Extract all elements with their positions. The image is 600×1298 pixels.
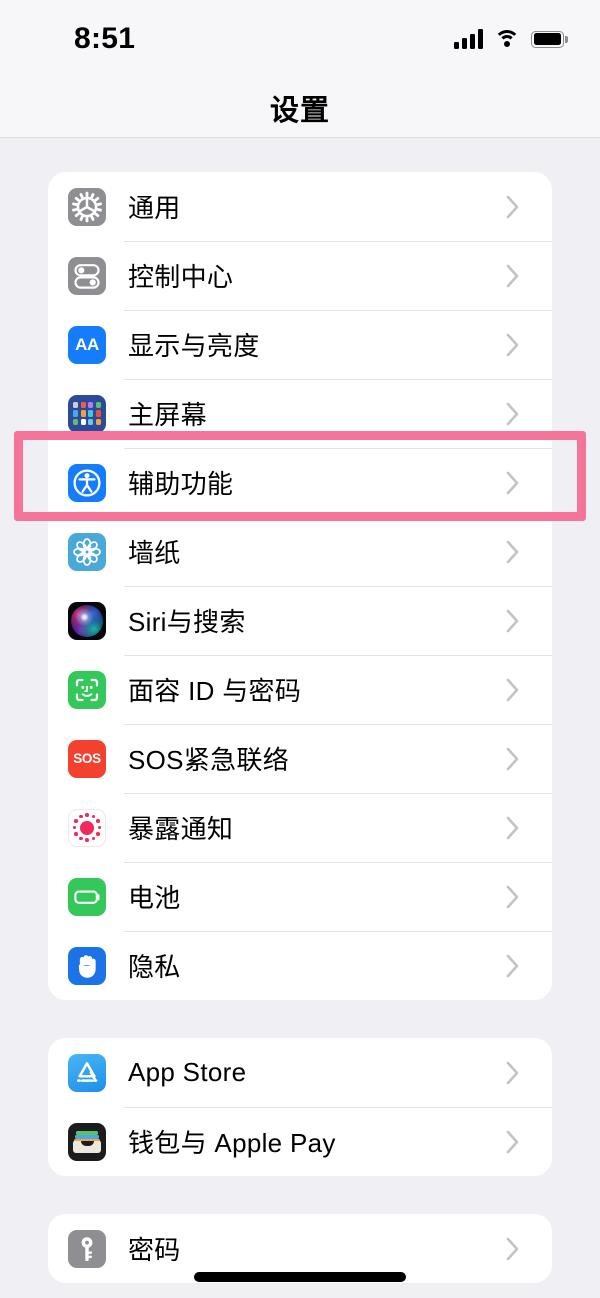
- exposure-notification-icon: [68, 808, 106, 847]
- wallpaper-icon: [68, 532, 106, 571]
- home-indicator: [194, 1272, 406, 1282]
- settings-row[interactable]: App Store: [48, 1038, 552, 1107]
- settings-row-label: 隐私: [128, 952, 181, 982]
- chevron-right-icon: [496, 746, 530, 772]
- settings-row-label: 辅助功能: [128, 469, 234, 499]
- chevron-right-icon: [496, 1129, 530, 1155]
- iphone-settings-screen: 8:51 设置 通用控制中心 AA 显示与亮度主屏幕辅助功能墙纸 Siri与搜索面容 …: [0, 0, 600, 1298]
- wifi-icon: [494, 29, 520, 49]
- gear-icon: [68, 187, 106, 226]
- passwords-key-icon: [68, 1229, 106, 1268]
- chevron-right-icon: [496, 539, 530, 565]
- chevron-right-icon: [496, 401, 530, 427]
- settings-row-label: 控制中心: [128, 262, 234, 292]
- wallet-icon: [68, 1122, 106, 1161]
- settings-row-label: Siri与搜索: [128, 607, 246, 637]
- display-brightness-icon: AA: [68, 325, 106, 364]
- status-bar-indicators: [454, 29, 568, 49]
- settings-row-label: 通用: [128, 193, 181, 223]
- store-group: App Store 钱包与 Apple Pay: [48, 1038, 552, 1176]
- privacy-hand-icon: [68, 946, 106, 985]
- settings-row[interactable]: 钱包与 Apple Pay: [48, 1107, 552, 1176]
- settings-row[interactable]: 电池: [48, 862, 552, 931]
- settings-row[interactable]: SOS SOS紧急联络: [48, 724, 552, 793]
- settings-row-label: 显示与亮度: [128, 331, 260, 361]
- settings-list[interactable]: 通用控制中心 AA 显示与亮度主屏幕辅助功能墙纸 Siri与搜索面容 ID 与密码 SO…: [0, 139, 600, 1298]
- settings-row[interactable]: 墙纸: [48, 517, 552, 586]
- battery-icon: [68, 877, 106, 916]
- settings-row[interactable]: 辅助功能: [48, 448, 552, 517]
- battery-full-icon: [531, 30, 568, 48]
- settings-row-label: 电池: [128, 883, 181, 913]
- settings-row[interactable]: 暴露通知: [48, 793, 552, 862]
- chevron-right-icon: [496, 1060, 530, 1086]
- settings-row[interactable]: Siri与搜索: [48, 586, 552, 655]
- settings-row-label: App Store: [128, 1057, 247, 1087]
- sos-icon: SOS: [68, 739, 106, 778]
- settings-row[interactable]: 面容 ID 与密码: [48, 655, 552, 724]
- chevron-right-icon: [496, 1236, 530, 1262]
- settings-row[interactable]: AA 显示与亮度: [48, 310, 552, 379]
- settings-row-label: 暴露通知: [128, 814, 234, 844]
- home-screen-icon: [68, 394, 106, 433]
- chevron-right-icon: [496, 608, 530, 634]
- control-center-icon: [68, 256, 106, 295]
- app-store-icon: [68, 1053, 106, 1092]
- settings-row[interactable]: 控制中心: [48, 241, 552, 310]
- chevron-right-icon: [496, 815, 530, 841]
- accessibility-icon: [68, 463, 106, 502]
- settings-row-label: 密码: [128, 1235, 181, 1265]
- status-bar: 8:51: [0, 0, 600, 78]
- settings-row-label: 主屏幕: [128, 400, 207, 430]
- chevron-right-icon: [496, 953, 530, 979]
- chevron-right-icon: [496, 332, 530, 358]
- system-group: 通用控制中心 AA 显示与亮度主屏幕辅助功能墙纸 Siri与搜索面容 ID 与密码 SO…: [48, 172, 552, 1000]
- settings-row-label: 墙纸: [128, 538, 181, 568]
- siri-icon: [68, 601, 106, 640]
- settings-row-label: 面容 ID 与密码: [128, 676, 302, 706]
- settings-row-label: 钱包与 Apple Pay: [128, 1128, 336, 1158]
- face-id-icon: [68, 670, 106, 709]
- cellular-signal-icon: [454, 29, 483, 49]
- settings-row[interactable]: 主屏幕: [48, 379, 552, 448]
- navigation-bar: 设置: [0, 78, 600, 138]
- settings-row[interactable]: 通用: [48, 172, 552, 241]
- settings-row[interactable]: 隐私: [48, 931, 552, 1000]
- chevron-right-icon: [496, 263, 530, 289]
- status-bar-clock: 8:51: [74, 22, 136, 55]
- page-title: 设置: [269, 94, 330, 127]
- settings-row-label: SOS紧急联络: [128, 745, 290, 775]
- chevron-right-icon: [496, 194, 530, 220]
- chevron-right-icon: [496, 677, 530, 703]
- chevron-right-icon: [496, 884, 530, 910]
- chevron-right-icon: [496, 470, 530, 496]
